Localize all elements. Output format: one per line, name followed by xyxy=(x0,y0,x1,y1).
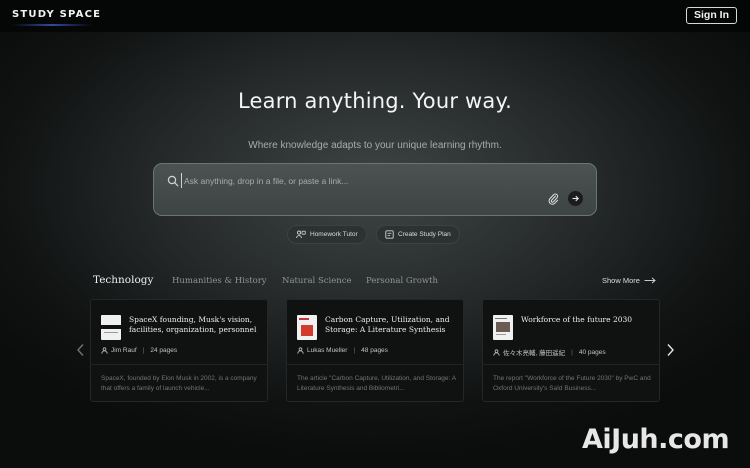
card-title: SpaceX founding, Musk's vision, faciliti… xyxy=(129,315,257,334)
document-thumbnail-icon xyxy=(493,315,513,340)
card-author: 佐々木亮輔, 藤田遥紀 xyxy=(503,350,566,357)
show-more-link[interactable]: Show More xyxy=(602,276,656,285)
document-card[interactable]: SpaceX founding, Musk's vision, faciliti… xyxy=(90,299,268,402)
top-bar: STUDY SPACE Sign In xyxy=(0,0,750,32)
card-description: The report "Workforce of the Future 2030… xyxy=(493,375,651,392)
create-study-plan-chip[interactable]: Create Study Plan xyxy=(376,225,460,244)
hero-title: Learn anything. Your way. xyxy=(237,89,512,113)
search-box[interactable] xyxy=(153,163,597,216)
card-pages: 24 pages xyxy=(150,347,178,354)
submit-button[interactable] xyxy=(568,191,583,206)
author-icon xyxy=(101,347,108,354)
tab-humanities-history[interactable]: Humanities & History xyxy=(172,276,267,286)
author-icon xyxy=(297,347,304,354)
card-pages: 48 pages xyxy=(361,347,388,354)
card-description: The article "Carbon Capture, Utilization… xyxy=(297,375,456,392)
app-logo[interactable]: STUDY SPACE xyxy=(12,9,101,20)
hero-subtitle: Where knowledge adapts to your unique le… xyxy=(248,140,502,151)
show-more-label: Show More xyxy=(602,276,640,285)
tutor-icon xyxy=(296,230,306,239)
tab-technology[interactable]: Technology xyxy=(93,274,153,286)
search-input[interactable] xyxy=(181,173,541,188)
card-title: Workforce of the future 2030 xyxy=(521,315,633,324)
card-pages: 40 pages xyxy=(578,348,606,356)
meta-separator: | xyxy=(142,347,145,354)
paperclip-icon[interactable] xyxy=(547,192,559,205)
plan-icon xyxy=(385,230,394,239)
homework-tutor-chip[interactable]: Homework Tutor xyxy=(287,225,367,244)
card-divider xyxy=(91,364,267,365)
card-description: SpaceX, founded by Elon Musk in 2002, is… xyxy=(101,375,257,392)
chevron-left-icon[interactable] xyxy=(75,343,87,357)
document-thumbnail-icon xyxy=(101,315,121,340)
document-card[interactable]: Workforce of the future 2030 佐々木亮輔, 藤田遥紀… xyxy=(482,299,660,402)
logo-underline xyxy=(12,24,92,26)
tab-personal-growth[interactable]: Personal Growth xyxy=(366,276,438,286)
meta-separator: | xyxy=(571,348,573,356)
author-icon xyxy=(493,348,500,356)
document-thumbnail-icon xyxy=(297,315,317,340)
card-author: Jim Rauf xyxy=(111,347,137,354)
card-meta: 佐々木亮輔, 藤田遥紀 | 40 pages xyxy=(493,347,606,357)
card-title: Carbon Capture, Utilization, and Storage… xyxy=(325,315,450,336)
chip-label: Create Study Plan xyxy=(398,231,451,238)
card-meta: Jim Rauf | 24 pages xyxy=(101,347,177,354)
sign-in-button[interactable]: Sign In xyxy=(686,7,737,24)
card-divider xyxy=(483,364,659,365)
watermark: AiJuh.com xyxy=(582,424,730,455)
arrow-right-icon xyxy=(572,195,579,202)
chevron-right-icon[interactable] xyxy=(664,343,676,357)
document-card[interactable]: Carbon Capture, Utilization, and Storage… xyxy=(286,299,464,402)
chip-label: Homework Tutor xyxy=(310,231,358,238)
card-meta: Lukas Mueller | 48 pages xyxy=(297,347,388,354)
card-author: Lukas Mueller xyxy=(307,347,348,354)
card-divider xyxy=(287,364,463,365)
search-icon xyxy=(167,175,179,187)
meta-separator: | xyxy=(353,347,356,354)
tab-natural-science[interactable]: Natural Science xyxy=(282,276,352,286)
arrow-right-icon xyxy=(644,277,656,284)
